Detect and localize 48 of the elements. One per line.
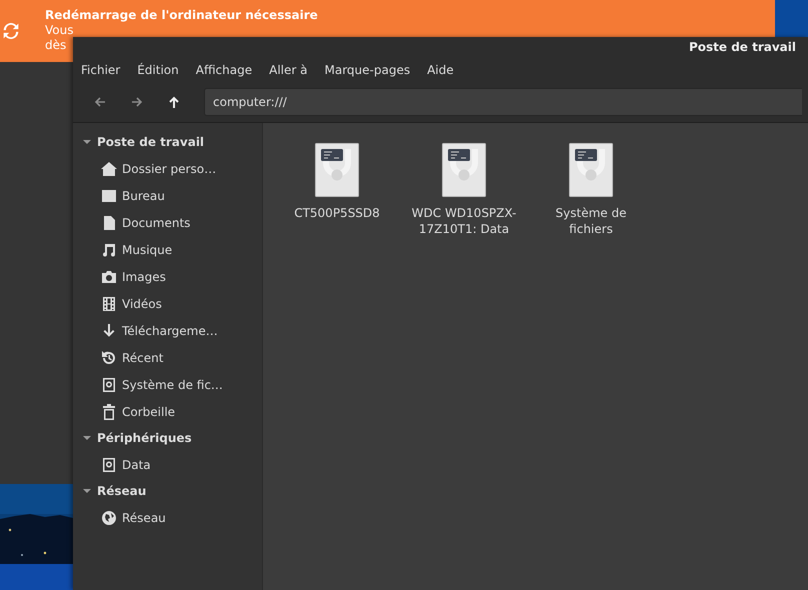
menu-item[interactable]: Édition (137, 62, 179, 76)
trash-icon (101, 404, 117, 420)
sidebar-item[interactable]: Documents (122, 216, 190, 230)
sidebar-item[interactable]: Images (122, 270, 166, 284)
menu-item[interactable]: Marque-pages (324, 62, 410, 76)
sidebar-item[interactable]: Système de fic… (122, 378, 223, 392)
desktop-wallpaper (775, 0, 808, 40)
notification-text: dès (45, 38, 68, 53)
section-header[interactable]: Périphériques (97, 431, 192, 445)
drive-label: CT500P5SSD8 (294, 205, 380, 221)
document-icon (101, 214, 117, 230)
drive-label: Système de fichiers (554, 205, 628, 237)
sidebar-item[interactable]: Réseau (122, 510, 166, 524)
menu-item[interactable]: Affichage (196, 62, 252, 76)
menu-item[interactable]: Fichier (81, 62, 120, 76)
sidebar-item[interactable]: Musique (122, 242, 172, 256)
notification-title: Redémarrage de l'ordinateur nécessaire (45, 8, 318, 23)
window-title: Poste de travail (688, 40, 796, 54)
menu-item[interactable]: Aide (427, 62, 454, 76)
home-icon (101, 160, 117, 176)
hard-drive-icon[interactable] (315, 143, 359, 197)
expander-icon[interactable] (83, 434, 91, 442)
section-header[interactable]: Réseau (97, 484, 146, 498)
sidebar-item[interactable]: Corbeille (122, 404, 176, 418)
film-icon (101, 296, 117, 312)
hard-drive-icon[interactable] (442, 143, 486, 197)
sidebar-item[interactable]: Vidéos (122, 296, 162, 310)
expander-icon[interactable] (83, 487, 91, 495)
desktop-icon (101, 188, 117, 204)
sidebar-item[interactable]: Data (122, 458, 151, 472)
notification-text: Vous (45, 23, 74, 38)
sidebar-item[interactable]: Récent (122, 350, 164, 364)
sidebar-item[interactable]: Bureau (122, 188, 165, 202)
sidebar-item[interactable]: Téléchargeme… (122, 324, 218, 338)
drive-label: WDC WD10SPZX-17Z10T1: Data (410, 205, 518, 237)
history-icon (101, 350, 117, 366)
expander-icon[interactable] (83, 138, 91, 146)
hard-drive-icon[interactable] (569, 143, 613, 197)
download-icon (101, 322, 117, 338)
music-icon (101, 242, 117, 258)
globe-icon (101, 510, 117, 526)
sidebar-item[interactable]: Dossier perso… (122, 162, 216, 176)
camera-icon (101, 268, 117, 284)
section-header[interactable]: Poste de travail (97, 135, 204, 149)
menu-item[interactable]: Aller à (269, 62, 308, 76)
location-field[interactable]: computer:/// (204, 88, 802, 116)
drive-icon (101, 376, 117, 392)
drive-icon (101, 456, 117, 472)
